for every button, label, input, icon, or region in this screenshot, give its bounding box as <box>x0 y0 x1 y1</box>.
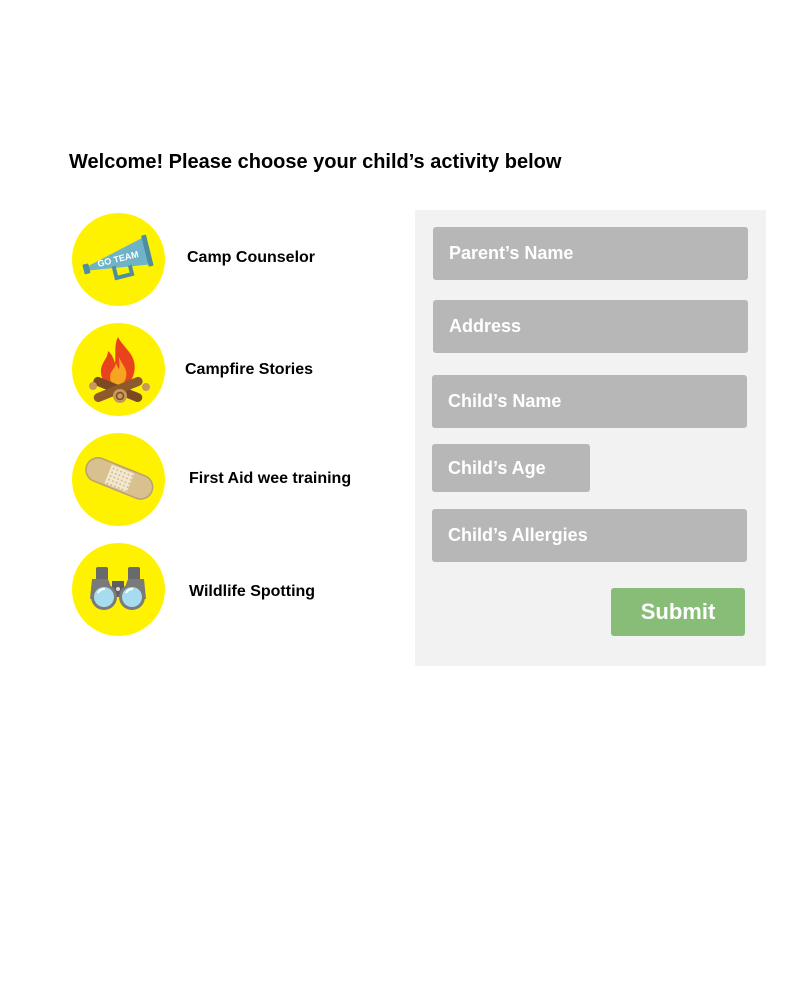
megaphone-icon: GO TEAM <box>72 213 165 306</box>
activity-camp-counselor[interactable]: GO TEAM Camp Counselor <box>72 213 372 307</box>
submit-button[interactable]: Submit <box>611 588 745 636</box>
campfire-icon <box>72 323 165 416</box>
address-input[interactable] <box>433 300 748 353</box>
page-title: Welcome! Please choose your child’s acti… <box>69 151 562 173</box>
child-allergies-input[interactable] <box>432 509 747 562</box>
activity-label: Wildlife Spotting <box>189 583 316 600</box>
activity-first-aid-training[interactable]: First Aid wee training <box>72 433 372 527</box>
activity-label: Camp Counselor <box>187 249 316 266</box>
binoculars-icon <box>72 543 165 636</box>
activity-wildlife-spotting[interactable]: Wildlife Spotting <box>72 543 372 637</box>
activity-campfire-stories[interactable]: Campfire Stories <box>72 323 372 417</box>
child-name-input[interactable] <box>432 375 747 428</box>
activity-label: First Aid wee training <box>189 470 352 487</box>
parent-name-input[interactable] <box>433 227 748 280</box>
activity-label: Campfire Stories <box>185 361 314 378</box>
child-age-input[interactable] <box>432 444 590 492</box>
bandage-icon <box>72 433 165 526</box>
